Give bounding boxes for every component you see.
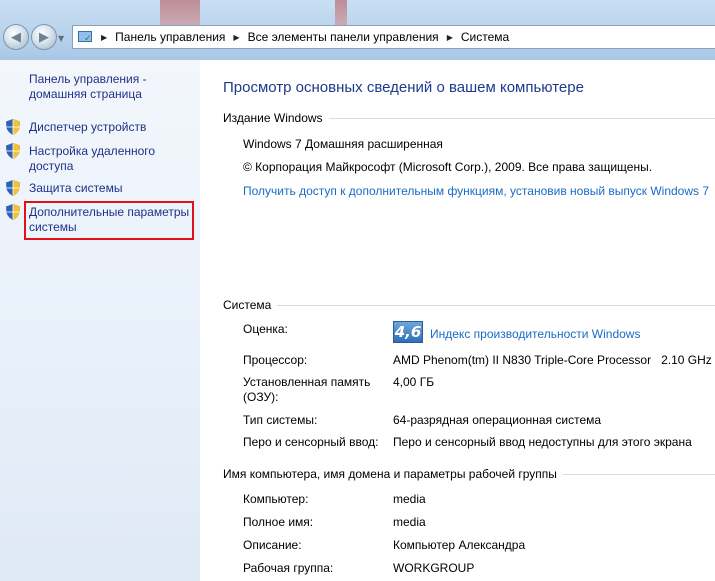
uac-shield-icon xyxy=(6,204,20,220)
task-remote-settings[interactable]: Настройка удаленного доступа xyxy=(6,143,176,174)
task-device-manager[interactable]: Диспетчер устройств xyxy=(6,119,147,136)
ram-value: 4,00 ГБ xyxy=(393,375,435,389)
breadcrumb-separator-icon[interactable]: ▶ xyxy=(447,33,453,42)
full-name-label: Полное имя: xyxy=(243,515,314,529)
cpu-value: AMD Phenom(tm) II N830 Triple-Core Proce… xyxy=(393,353,712,367)
page-title: Просмотр основных сведений о вашем компь… xyxy=(223,79,584,96)
chevron-down-icon: ▼ xyxy=(58,34,65,43)
section-system: Система xyxy=(223,298,715,312)
task-pane xyxy=(0,60,200,581)
upgrade-windows-link[interactable]: Получить доступ к дополнительным функция… xyxy=(243,184,709,198)
uac-shield-icon xyxy=(6,180,20,196)
section-header: Имя компьютера, имя домена и параметры р… xyxy=(223,467,557,481)
section-computer-name: Имя компьютера, имя домена и параметры р… xyxy=(223,467,715,481)
breadcrumb-control-panel[interactable]: Панель управления xyxy=(115,30,225,44)
task-label: Защита системы xyxy=(29,181,123,195)
copyright-text: © Корпорация Майкрософт (Microsoft Corp.… xyxy=(243,160,653,174)
arrow-left-icon: ◀ xyxy=(11,29,21,45)
workgroup-label: Рабочая группа: xyxy=(243,561,334,575)
performance-index-link[interactable]: Индекс производительности Windows xyxy=(430,327,640,341)
workgroup-value: WORKGROUP xyxy=(393,561,475,575)
windows-edition-name: Windows 7 Домашняя расширенная xyxy=(243,137,443,151)
control-panel-home-link[interactable]: Панель управления - домашняя страница xyxy=(29,72,189,102)
section-windows-edition: Издание Windows xyxy=(223,111,715,125)
rating-label: Оценка: xyxy=(243,322,288,336)
recent-pages-dropdown[interactable]: ▼ xyxy=(58,34,64,43)
section-header: Издание Windows xyxy=(223,111,323,125)
breadcrumb-separator-icon[interactable]: ▶ xyxy=(101,33,107,42)
task-label: Настройка удаленного доступа xyxy=(29,144,156,173)
cpu-label: Процессор: xyxy=(243,353,308,367)
arrow-right-icon: ▶ xyxy=(39,29,49,45)
section-header: Система xyxy=(223,298,272,312)
background-decoration xyxy=(335,0,347,28)
system-type-value: 64-разрядная операционная система xyxy=(393,413,602,427)
ram-label: Установленная память (ОЗУ): xyxy=(243,375,371,404)
uac-shield-icon xyxy=(6,119,20,135)
address-bar[interactable]: ✓ ▶ Панель управления ▶ Все элементы пан… xyxy=(72,25,715,49)
system-type-label: Тип системы: xyxy=(243,413,318,427)
performance-score-badge[interactable]: 4,6 xyxy=(393,321,423,343)
description-value: Компьютер Александра xyxy=(393,538,526,552)
forward-button[interactable]: ▶ xyxy=(31,24,57,50)
highlight-box xyxy=(24,201,194,240)
computer-name-label: Компьютер: xyxy=(243,492,309,506)
pen-touch-value: Перо и сенсорный ввод недоступны для это… xyxy=(393,435,692,449)
pen-touch-label: Перо и сенсорный ввод: xyxy=(243,435,379,449)
full-name-value: media xyxy=(393,515,426,529)
task-system-protection[interactable]: Защита системы xyxy=(6,180,123,197)
task-label: Диспетчер устройств xyxy=(29,120,147,134)
control-panel-icon: ✓ xyxy=(77,30,93,44)
computer-name-value: media xyxy=(393,492,426,506)
breadcrumb-separator-icon[interactable]: ▶ xyxy=(233,33,239,42)
breadcrumb-all-items[interactable]: Все элементы панели управления xyxy=(248,30,439,44)
address-toolbar: ◀ ▶ ▼ ✓ ▶ Панель управления ▶ Все элемен… xyxy=(0,0,715,60)
back-button[interactable]: ◀ xyxy=(3,24,29,50)
description-label: Описание: xyxy=(243,538,302,552)
background-decoration xyxy=(160,0,200,28)
uac-shield-icon xyxy=(6,143,20,159)
breadcrumb-system[interactable]: Система xyxy=(461,30,509,44)
